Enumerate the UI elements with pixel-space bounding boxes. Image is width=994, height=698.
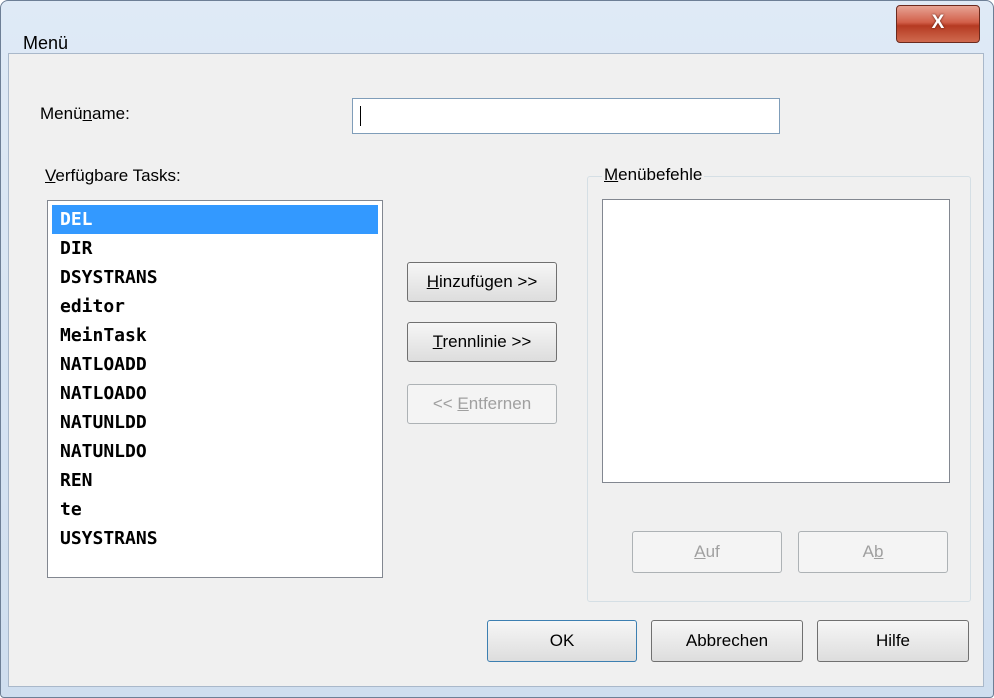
task-list-item[interactable]: NATLOADO: [52, 379, 378, 408]
available-tasks-list[interactable]: DEL DIR DSYSTRANS editor MeinTask NATLOADD NAT…: [47, 200, 383, 578]
cancel-button[interactable]: Abbrechen: [651, 620, 803, 662]
task-list-item[interactable]: te: [52, 495, 378, 524]
task-list-item[interactable]: DEL: [52, 205, 378, 234]
help-button[interactable]: Hilfe: [817, 620, 969, 662]
menu-commands-group: Menübefehle Auf Ab: [587, 165, 971, 602]
menu-commands-list[interactable]: [602, 199, 950, 483]
dialog-client-area: Menüname: Verfügbare Tasks: DEL DIR DSYSTR…: [8, 53, 984, 687]
close-icon: X: [931, 12, 945, 33]
task-list-item[interactable]: NATUNLDO: [52, 437, 378, 466]
remove-button[interactable]: << Entfernen: [407, 384, 557, 424]
task-list-item[interactable]: REN: [52, 466, 378, 495]
separator-button[interactable]: Trennlinie >>: [407, 322, 557, 362]
task-list-item[interactable]: NATLOADD: [52, 350, 378, 379]
down-button[interactable]: Ab: [798, 531, 948, 573]
menu-commands-label: Menübefehle: [602, 165, 705, 185]
window-title: Menü: [23, 33, 69, 53]
ok-button[interactable]: OK: [487, 620, 637, 662]
menu-name-input[interactable]: [352, 98, 780, 134]
up-button[interactable]: Auf: [632, 531, 782, 573]
add-button[interactable]: Hinzufügen >>: [407, 262, 557, 302]
close-button[interactable]: X: [896, 5, 980, 43]
task-list-item[interactable]: USYSTRANS: [52, 524, 378, 553]
menu-name-label: Menüname:: [40, 104, 130, 123]
text-caret: [360, 106, 361, 126]
task-list-item[interactable]: MeinTask: [52, 321, 378, 350]
title-bar[interactable]: Menü X: [1, 1, 993, 53]
task-list-item[interactable]: editor: [52, 292, 378, 321]
task-list-item[interactable]: DSYSTRANS: [52, 263, 378, 292]
task-list-item[interactable]: NATUNLDD: [52, 408, 378, 437]
available-tasks-label: Verfügbare Tasks:: [45, 166, 181, 185]
task-list-item[interactable]: DIR: [52, 234, 378, 263]
dialog-window: Menü X Menüname: Verfügbare Tasks: DEL DI…: [0, 0, 994, 698]
